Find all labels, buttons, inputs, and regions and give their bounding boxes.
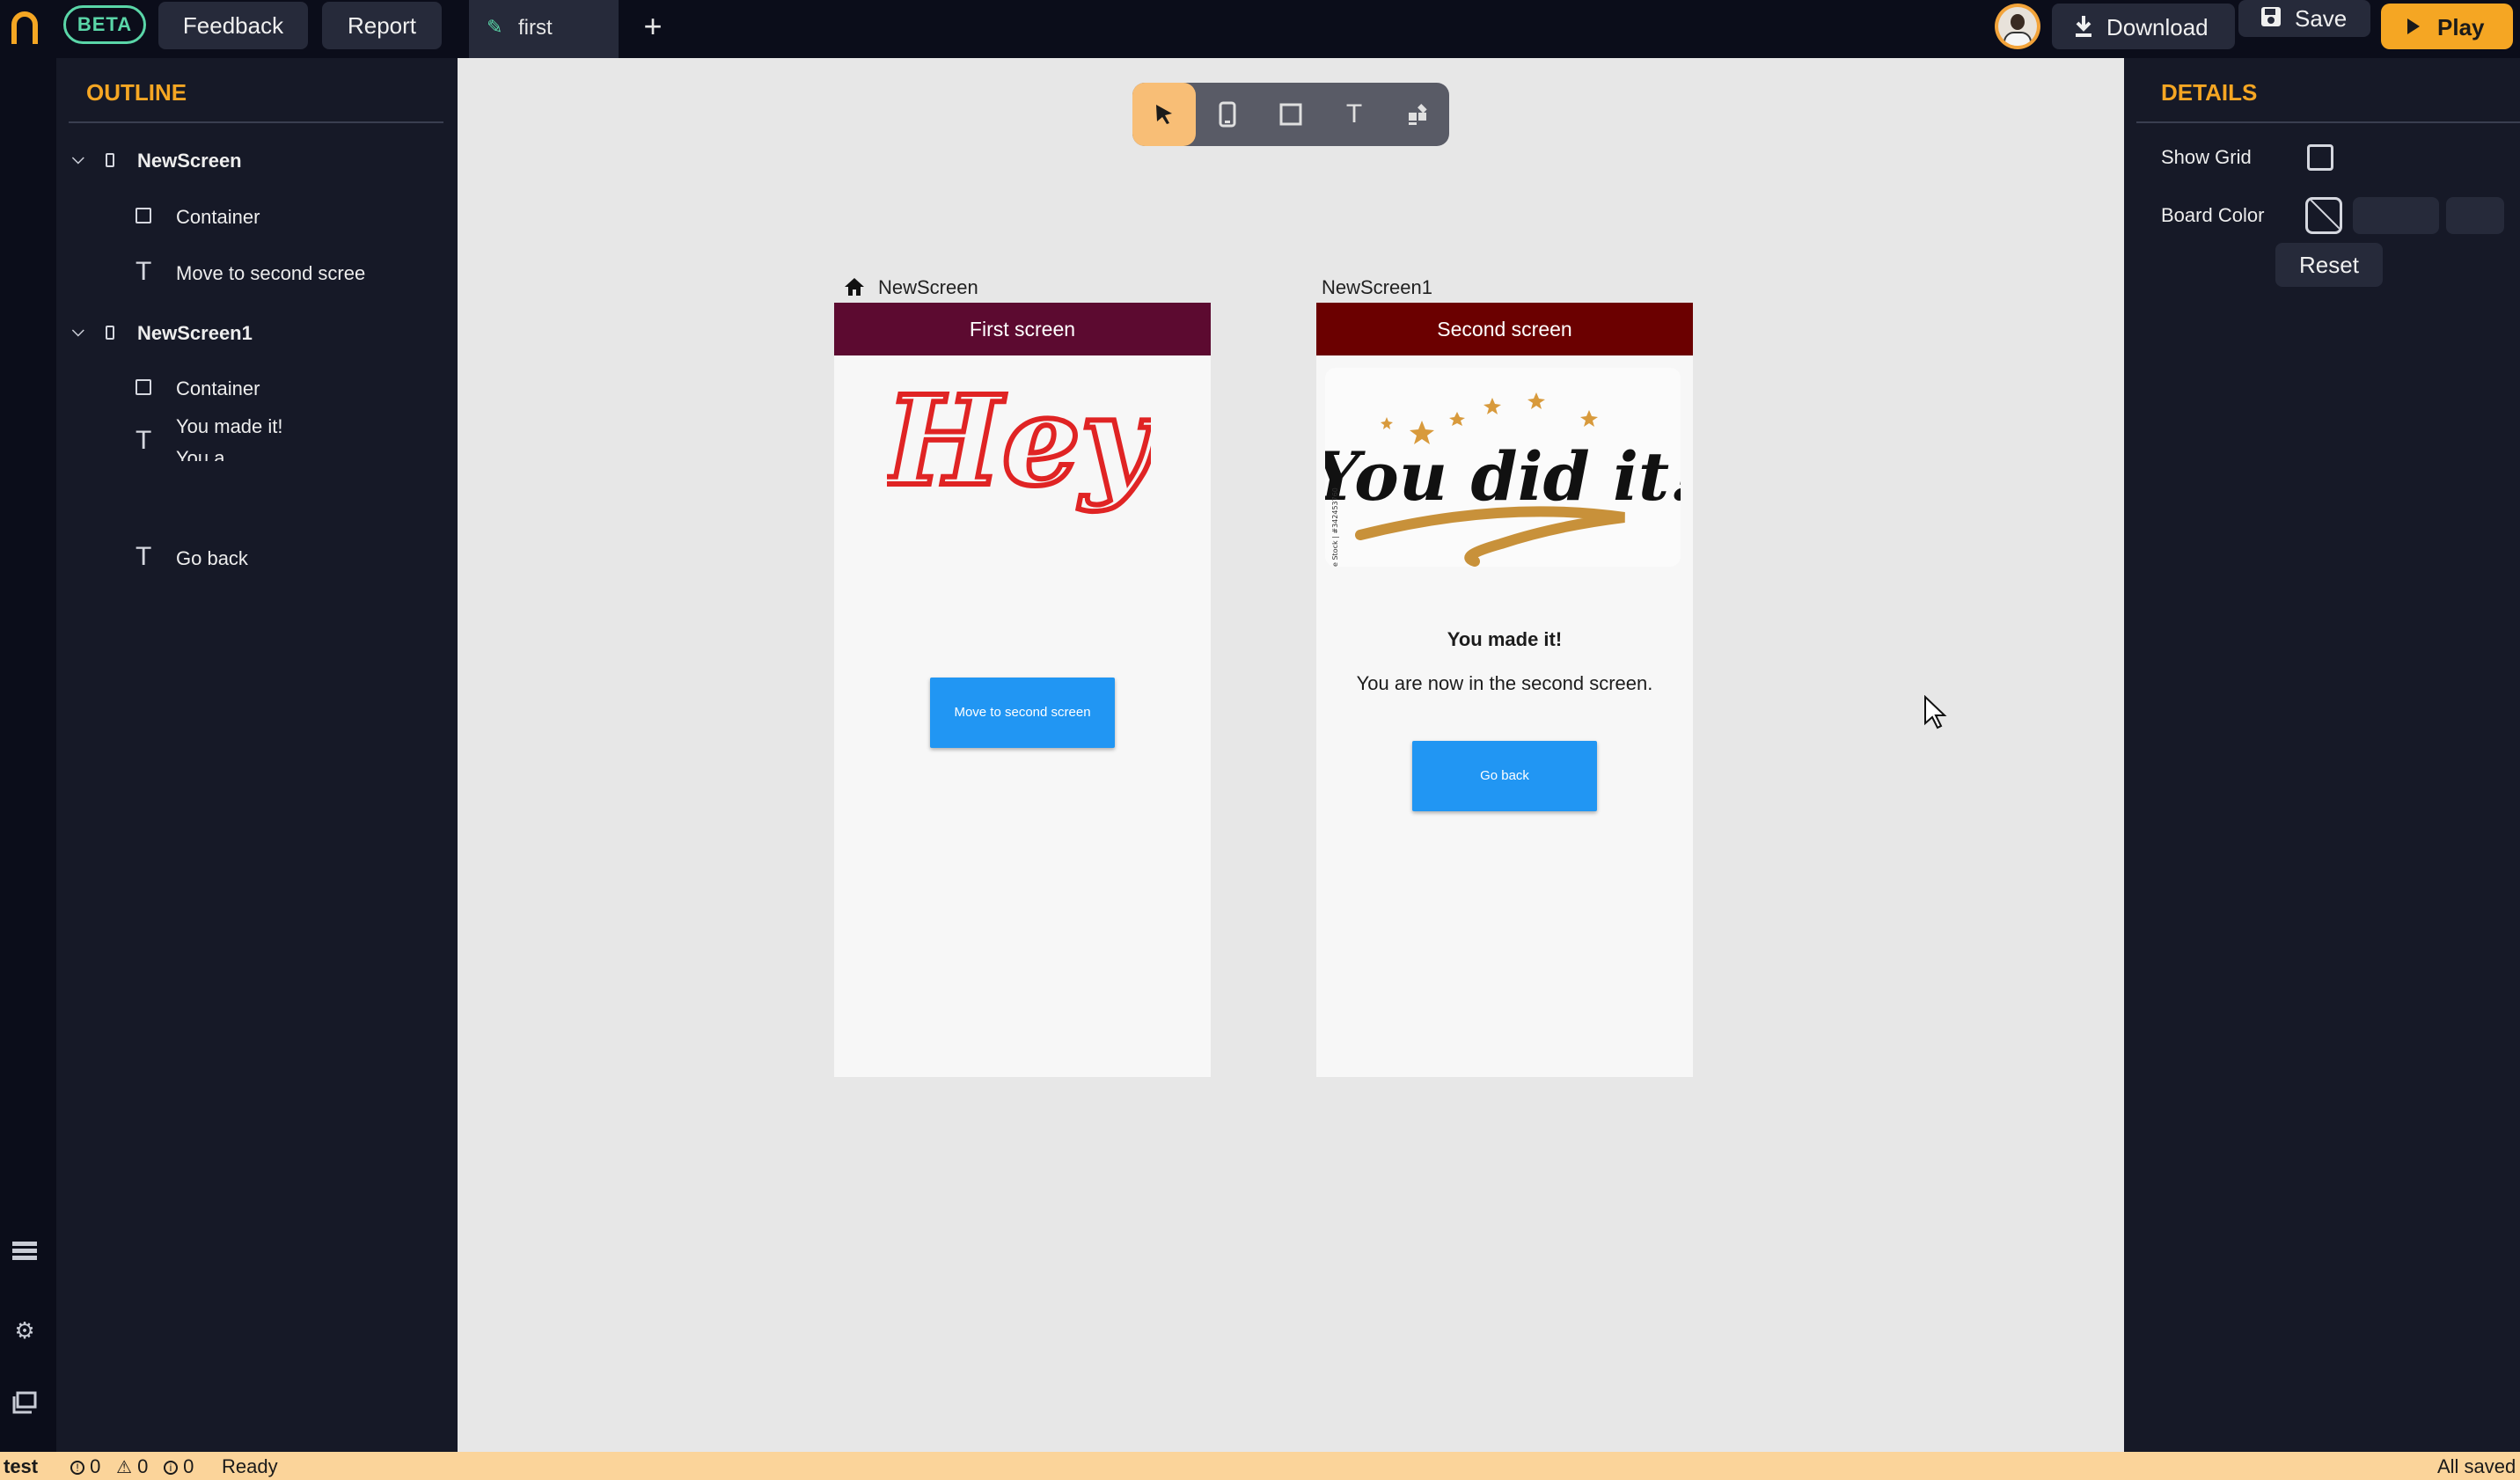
- warnings-count: 0: [137, 1455, 149, 1477]
- tree-item-text[interactable]: T Go back: [136, 544, 435, 575]
- board-color-swatch[interactable]: [2305, 197, 2342, 234]
- edit-pencil-icon: ✎: [487, 16, 503, 38]
- canvas-toolbar: T: [1132, 83, 1449, 146]
- tab-first[interactable]: ✎ first: [469, 0, 619, 58]
- you-did-it-image: You did it! e Stock | #342453760: [1325, 368, 1681, 567]
- phone-icon: [106, 326, 114, 340]
- download-button[interactable]: Download: [2052, 4, 2235, 49]
- info-icon: i: [164, 1461, 178, 1476]
- errors-count: 0: [90, 1455, 101, 1477]
- tree-item-newscreen[interactable]: ⌵ NewScreen: [72, 146, 442, 178]
- report-button[interactable]: Report: [322, 2, 442, 49]
- beta-badge: BETA: [63, 5, 146, 44]
- layers-list-icon[interactable]: [9, 1237, 40, 1269]
- tree-item-label: NewScreen1: [137, 322, 253, 344]
- save-icon: [2261, 7, 2281, 26]
- play-icon: [2407, 18, 2420, 34]
- errors-indicator[interactable]: ! 0: [70, 1455, 100, 1478]
- feedback-button[interactable]: Feedback: [158, 2, 308, 49]
- screen-name-label: NewScreen1: [1322, 276, 1432, 298]
- second-screen-text: You are now in the second screen.: [1356, 672, 1653, 694]
- saved-status: All saved: [2437, 1455, 2516, 1477]
- download-label: Download: [2106, 14, 2209, 40]
- outline-panel: OUTLINE ⌵ NewScreen Container T Move to …: [56, 58, 458, 1452]
- outline-title: OUTLINE: [86, 79, 187, 106]
- details-title: DETAILS: [2161, 79, 2258, 106]
- you-did-it-image-text: You did it!: [1325, 437, 1681, 516]
- tree-item-newscreen1[interactable]: ⌵ NewScreen1: [72, 319, 442, 350]
- show-grid-label: Show Grid: [2161, 146, 2252, 168]
- text-icon: T: [136, 257, 152, 286]
- left-icon-rail: ⚙: [0, 58, 56, 1452]
- tab-label: first: [518, 16, 553, 40]
- infos-indicator[interactable]: i 0: [164, 1455, 194, 1478]
- text-icon: T: [136, 426, 152, 455]
- warnings-indicator[interactable]: ⚠ 0: [116, 1455, 148, 1478]
- container-icon: [136, 379, 151, 395]
- settings-gear-icon[interactable]: ⚙: [9, 1315, 40, 1346]
- warning-icon: ⚠: [116, 1458, 132, 1477]
- tree-item-label: You made it!: [176, 415, 283, 437]
- tree-item-label: Move to second scree: [176, 262, 366, 284]
- add-tab-icon[interactable]: +: [635, 9, 670, 44]
- user-avatar[interactable]: [1995, 4, 2040, 49]
- move-to-second-screen-button[interactable]: Move to second screen: [930, 678, 1115, 748]
- save-label: Save: [2295, 5, 2348, 32]
- image-credit-text: e Stock | #342453760: [1331, 487, 1339, 567]
- tree-item-label: NewScreen: [137, 150, 242, 172]
- select-pointer-icon[interactable]: [1132, 83, 1196, 146]
- app-logo-icon[interactable]: [9, 11, 40, 46]
- container-icon: [136, 208, 151, 223]
- phone-icon: [106, 153, 114, 167]
- outline-divider: [69, 121, 443, 123]
- tree-item-container[interactable]: Container: [136, 204, 435, 236]
- show-grid-checkbox[interactable]: [2307, 144, 2333, 171]
- tree-item-label: Container: [176, 206, 260, 228]
- top-bar: BETA Feedback Report ✎ first + Download …: [0, 0, 2520, 58]
- board-color-hex-field[interactable]: [2353, 197, 2439, 234]
- chevron-down-icon[interactable]: ⌵: [72, 322, 84, 341]
- tree-item-container[interactable]: Container: [136, 376, 435, 407]
- details-divider: [2136, 121, 2520, 123]
- board-color-label: Board Color: [2161, 204, 2265, 226]
- download-icon: [2076, 16, 2091, 37]
- app-bar: Second screen: [1316, 303, 1693, 355]
- board-color-opacity-field[interactable]: [2446, 197, 2504, 234]
- library-icon[interactable]: [9, 1390, 40, 1422]
- tree-item-label: Go back: [176, 547, 248, 569]
- mouse-cursor-icon: [1924, 695, 1947, 729]
- tree-item-label-overlap: You a: [176, 447, 225, 461]
- play-label: Play: [2437, 14, 2485, 40]
- home-icon: [845, 278, 864, 296]
- infos-count: 0: [183, 1455, 194, 1477]
- status-bar: test ! 0 ⚠ 0 i 0 Ready All saved: [0, 1452, 2520, 1480]
- widgets-tool-icon[interactable]: [1386, 83, 1449, 146]
- text-icon: T: [136, 542, 152, 571]
- tree-item-text[interactable]: T Move to second scree: [136, 259, 435, 290]
- save-button[interactable]: Save: [2238, 0, 2370, 37]
- error-icon: !: [70, 1461, 84, 1476]
- status-text: Ready: [222, 1455, 278, 1477]
- text-tool-icon[interactable]: T: [1322, 83, 1386, 146]
- app-bar: First screen: [834, 303, 1211, 355]
- screen-name-label: NewScreen: [878, 276, 978, 298]
- project-name: test: [4, 1455, 39, 1477]
- go-back-button[interactable]: Go back: [1412, 741, 1597, 811]
- you-made-it-text: You made it!: [1447, 628, 1563, 650]
- container-tool-icon[interactable]: [1259, 83, 1322, 146]
- screen-newscreen[interactable]: First screen Hey Move to second screen: [834, 303, 1211, 1077]
- chevron-down-icon[interactable]: ⌵: [72, 150, 84, 168]
- play-button[interactable]: Play: [2381, 4, 2513, 49]
- add-screen-phone-icon[interactable]: [1196, 83, 1259, 146]
- tree-item-text[interactable]: T You made it! You a: [136, 415, 435, 461]
- hey-image: Hey: [887, 367, 1151, 517]
- tree-item-label: Container: [176, 377, 260, 399]
- screen-newscreen1[interactable]: Second screen You did it! e Stock | #342…: [1316, 303, 1693, 1077]
- reset-button[interactable]: Reset: [2275, 243, 2383, 287]
- hey-image-text: Hey: [887, 370, 1151, 514]
